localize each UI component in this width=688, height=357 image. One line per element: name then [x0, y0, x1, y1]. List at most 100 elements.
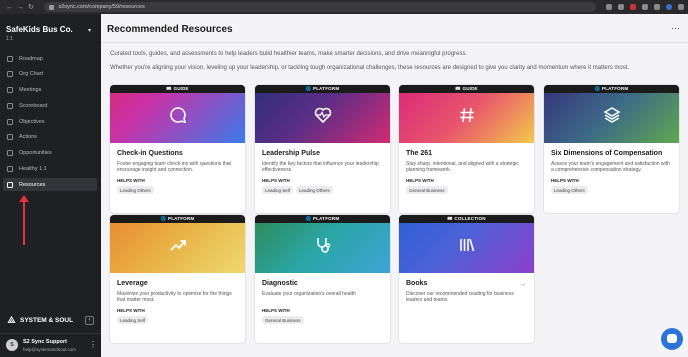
- tag-chip: General Business: [262, 316, 304, 324]
- sidebar-item-scoreboard[interactable]: Scoreboard: [3, 99, 97, 112]
- sidebar-icon[interactable]: [654, 4, 660, 10]
- lightbulb-icon: [7, 150, 13, 157]
- user-profile[interactable]: S S2 Sync Support help@systemandsoul.com…: [0, 333, 101, 357]
- avatar: S: [6, 339, 18, 351]
- arrow-right-icon[interactable]: →: [519, 281, 526, 288]
- system-soul-logo-icon: [7, 316, 16, 323]
- sidebar-item-healthy-1-1[interactable]: Healthy 1:1: [3, 163, 97, 176]
- more-horizontal-icon[interactable]: ⋯: [671, 23, 680, 34]
- more-vertical-icon[interactable]: ⋮: [89, 340, 97, 349]
- card-tag: 🌐 PLATFORM: [255, 85, 390, 93]
- resource-card-the-261[interactable]: 📖 GUIDE The 261 Stay sharp, intentional,…: [399, 85, 534, 213]
- scoreboard-icon: [7, 102, 13, 109]
- resource-card-diagnostic[interactable]: 🌐 PLATFORM Diagnostic Evaluate your orga…: [255, 215, 390, 343]
- sidebar-item-label: Roadmap: [19, 55, 43, 62]
- sidebar-item-opportunities[interactable]: Opportunities: [3, 147, 97, 160]
- company-name[interactable]: SafeKids Bus Co.: [6, 25, 73, 34]
- card-tag: 📖 GUIDE: [399, 85, 534, 93]
- extension-icon[interactable]: [618, 4, 624, 10]
- trend-up-icon: [170, 240, 186, 251]
- sidebar-item-resources[interactable]: Resources: [3, 178, 97, 192]
- intro-text: Curated tools, guides, and assessments t…: [110, 51, 468, 57]
- sidebar-item-label: Actions: [19, 134, 38, 141]
- heart-icon: [7, 166, 13, 173]
- sidebar-item-meetings[interactable]: Meetings: [3, 84, 97, 97]
- card-description: Identify the key factors that influence …: [262, 161, 379, 174]
- calendar-icon: [7, 87, 13, 94]
- card-description: Stay sharp, intentional, and aligned wit…: [406, 161, 519, 174]
- resource-card-six-dimensions[interactable]: 🌐 PLATFORM Six Dimensions of Compensatio…: [544, 85, 679, 213]
- sidebar-item-label: Opportunities: [19, 150, 52, 157]
- card-banner: 🌐 PLATFORM: [255, 215, 390, 273]
- sidebar-menu: Roadmap Org Chart Meetings Scoreboard Ob…: [3, 52, 97, 194]
- hash-icon: [460, 107, 474, 123]
- card-title: Check-in Questions: [117, 150, 183, 157]
- card-tag: 🌐 PLATFORM: [255, 215, 390, 223]
- profile-avatar[interactable]: [666, 4, 672, 10]
- page-title: Recommended Resources: [107, 24, 233, 35]
- helps-with-label: HELPS WITH: [117, 308, 145, 313]
- card-body: Six Dimensions of Compensation Assess yo…: [544, 143, 679, 213]
- card-banner: 🌐 PLATFORM: [255, 85, 390, 143]
- card-tag-label: COLLECTION: [454, 216, 486, 221]
- reload-icon[interactable]: ↻: [26, 3, 37, 11]
- sidebar-item-label: Meetings: [19, 87, 42, 94]
- resource-card-check-in-questions[interactable]: 📖 GUIDE Check-in Questions Foster engagi…: [110, 85, 245, 213]
- card-banner: 📖 COLLECTION: [399, 215, 534, 273]
- helps-with-label: HELPS WITH: [262, 308, 290, 313]
- sidebar-item-label: Scoreboard: [19, 102, 48, 109]
- card-tag: 📖 COLLECTION: [399, 215, 534, 223]
- target-icon: [7, 118, 13, 125]
- chat-launcher-button[interactable]: [661, 328, 683, 350]
- card-description: Assess your team's engagement and satisf…: [551, 161, 670, 174]
- card-banner: 🌐 PLATFORM: [110, 215, 245, 273]
- back-icon[interactable]: ←: [4, 4, 15, 11]
- chevron-down-icon[interactable]: ▾: [88, 27, 91, 34]
- card-description: Evaluate your organization's overall hea…: [262, 291, 356, 297]
- puzzle-icon[interactable]: [642, 4, 648, 10]
- tag-chip: Leading Others: [296, 186, 333, 194]
- resource-card-leverage[interactable]: 🌐 PLATFORM Leverage Maximize your produc…: [110, 215, 245, 343]
- user-name: S2 Sync Support: [23, 339, 68, 345]
- brand-logo: SYSTEM & SOUL: [7, 316, 73, 324]
- address-bar[interactable]: s2sync.com/company/59/resources: [44, 2, 596, 12]
- card-body: Diagnostic Evaluate your organization's …: [255, 273, 390, 343]
- card-description: Maximize your productivity to optimize f…: [117, 291, 232, 304]
- book-icon: [7, 181, 13, 188]
- intro-text: Whether you're aligning your vision, lev…: [110, 65, 630, 71]
- sidebar-item-objectives[interactable]: Objectives: [3, 115, 97, 128]
- card-banner: 🌐 PLATFORM: [544, 85, 679, 143]
- forward-icon[interactable]: →: [15, 4, 26, 11]
- org-chart-icon: [7, 71, 13, 78]
- helps-with-label: HELPS WITH: [551, 178, 579, 183]
- sidebar-item-label: Resources: [19, 181, 46, 188]
- sidebar-item-actions[interactable]: Actions: [3, 131, 97, 144]
- sidebar-item-org-chart[interactable]: Org Chart: [3, 68, 97, 81]
- helps-with-label: HELPS WITH: [117, 178, 145, 183]
- card-body: Check-in Questions Foster engaging team …: [110, 143, 245, 213]
- checklist-icon: [7, 134, 13, 141]
- card-banner: 📖 GUIDE: [399, 85, 534, 143]
- resource-card-books[interactable]: 📖 COLLECTION Books → Discover our recomm…: [399, 215, 534, 343]
- user-email: help@systemandsoul.com: [23, 347, 76, 352]
- sidebar-item-roadmap[interactable]: Roadmap: [3, 52, 97, 65]
- chat-icon: [667, 334, 677, 343]
- tag-chip: Leading Others: [117, 186, 154, 194]
- star-icon[interactable]: [606, 4, 612, 10]
- site-info-icon[interactable]: [49, 4, 55, 10]
- menu-icon[interactable]: [678, 4, 684, 10]
- card-body: Books → Discover our recommended reading…: [399, 273, 534, 343]
- card-title: Leadership Pulse: [262, 150, 320, 157]
- card-tag-label: PLATFORM: [313, 86, 340, 91]
- extension-icon[interactable]: [630, 4, 636, 10]
- sidebar-item-label: Org Chart: [19, 71, 44, 78]
- layers-icon: [603, 107, 621, 123]
- resource-card-leadership-pulse[interactable]: 🌐 PLATFORM Leadership Pulse Identify the…: [255, 85, 390, 213]
- card-body: The 261 Stay sharp, intentional, and ali…: [399, 143, 534, 213]
- browser-extensions: [606, 4, 684, 10]
- card-tag-label: GUIDE: [173, 86, 189, 91]
- card-tag: 🌐 PLATFORM: [544, 85, 679, 93]
- collapse-sidebar-button[interactable]: ‹: [85, 316, 94, 325]
- stethoscope-icon: [317, 238, 331, 253]
- card-tag: 📖 GUIDE: [110, 85, 245, 93]
